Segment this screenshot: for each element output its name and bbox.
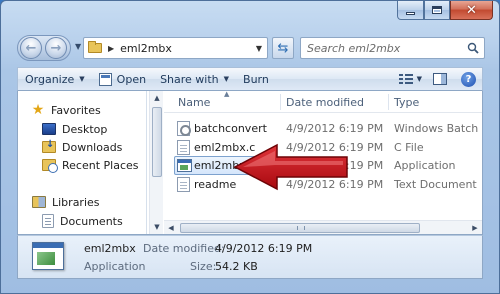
- desktop-icon: [42, 123, 56, 135]
- refresh-button[interactable]: ⇆: [272, 37, 294, 59]
- close-icon: ✕: [466, 2, 477, 18]
- back-button[interactable]: ←: [20, 37, 42, 59]
- application-icon: [177, 159, 192, 172]
- batch-file-icon: [177, 121, 191, 136]
- details-pane: eml2mbx Date modified: 4/9/2012 6:19 PM …: [17, 235, 483, 279]
- maximize-icon: [432, 6, 442, 14]
- details-size-value: 54.2 KB: [215, 260, 258, 273]
- libraries-icon: [32, 196, 46, 208]
- address-dropdown-icon[interactable]: ▼: [251, 44, 267, 53]
- file-list-scrollbar[interactable]: ◀ ▶: [164, 220, 482, 234]
- share-with-button[interactable]: Share with ▼: [153, 68, 236, 90]
- forward-button[interactable]: →: [45, 37, 67, 59]
- scroll-thumb[interactable]: [180, 223, 420, 233]
- command-bar: Organize ▼ Open Share with ▼ Burn ▼ ?: [17, 67, 483, 91]
- burn-label: Burn: [243, 72, 269, 86]
- minimize-icon: [406, 11, 415, 15]
- navigation-scrollbar[interactable]: ▲ ▼: [149, 91, 163, 234]
- maximize-button[interactable]: [424, 1, 450, 20]
- share-label: Share with: [160, 72, 219, 86]
- caption-buttons: ✕: [397, 1, 493, 21]
- file-name: batchconvert: [194, 122, 267, 135]
- sort-indicator-icon: ▲: [224, 91, 230, 98]
- sidebar-item-label: Downloads: [62, 140, 123, 154]
- file-type: Application: [394, 159, 456, 172]
- red-arrow-icon: [233, 143, 348, 191]
- star-icon: ★: [31, 102, 45, 118]
- sidebar-item-label: Libraries: [52, 195, 100, 209]
- details-view-icon: [398, 73, 413, 85]
- details-date-value: 4/9/2012 6:19 PM: [215, 242, 313, 255]
- preview-pane-icon[interactable]: [433, 73, 447, 85]
- file-type: Text Document: [394, 178, 477, 191]
- views-dropdown-icon[interactable]: ▼: [417, 75, 422, 83]
- text-file-icon: [177, 177, 190, 192]
- recent-pages-dropdown[interactable]: ▼: [75, 42, 81, 51]
- scroll-left-icon[interactable]: ◀: [164, 221, 178, 235]
- column-header-name[interactable]: Name: [178, 96, 210, 109]
- documents-icon: [42, 214, 54, 228]
- share-dropdown-icon: ▼: [223, 75, 230, 83]
- file-name: readme: [194, 178, 237, 191]
- open-button[interactable]: Open: [92, 68, 153, 90]
- details-type: Application: [84, 260, 146, 273]
- address-row: ← → ▼ ▶ eml2mbx ▼ ⇆ Search eml2mbx: [17, 35, 485, 61]
- organize-label: Organize: [25, 72, 75, 86]
- sidebar-item-downloads[interactable]: Downloads: [42, 138, 122, 156]
- refresh-icon: ⇆: [277, 40, 289, 56]
- recent-places-icon: [42, 159, 58, 173]
- downloads-icon: [42, 139, 56, 153]
- sidebar-item-label: Desktop: [62, 122, 108, 136]
- change-view-button[interactable]: ▼: [394, 73, 427, 85]
- scroll-down-icon[interactable]: ▼: [150, 220, 164, 234]
- file-type: C File: [394, 141, 424, 154]
- details-size-label: Size:: [190, 260, 217, 273]
- sidebar-item-label: Documents: [60, 214, 123, 228]
- file-type: Windows Batch File: [394, 122, 482, 135]
- sidebar-item-recent-places[interactable]: Recent Places: [42, 156, 139, 174]
- forward-arrow-icon: →: [50, 40, 62, 56]
- search-placeholder: Search eml2mbx: [307, 41, 401, 55]
- folder-icon: [88, 41, 102, 53]
- explorer-window: ✕ ← → ▼ ▶ eml2mbx ▼ ⇆ Search eml2mbx Org…: [0, 0, 500, 294]
- details-name: eml2mbx: [84, 242, 136, 255]
- sidebar-item-documents[interactable]: Documents: [42, 212, 123, 230]
- scroll-thumb[interactable]: [152, 107, 162, 177]
- close-button[interactable]: ✕: [450, 1, 493, 20]
- breadcrumb-segment[interactable]: eml2mbx: [120, 42, 251, 55]
- organize-button[interactable]: Organize ▼: [18, 68, 92, 90]
- navigation-pane: ★ Favorites Desktop Downloads Recent Pla…: [18, 91, 147, 234]
- search-icon[interactable]: [462, 42, 484, 54]
- scroll-up-icon[interactable]: ▲: [150, 91, 164, 105]
- sidebar-item-label: Favorites: [51, 103, 101, 117]
- help-icon[interactable]: ?: [461, 71, 476, 87]
- address-bar[interactable]: ▶ eml2mbx ▼: [83, 37, 268, 59]
- sidebar-item-label: Recent Places: [62, 158, 139, 172]
- sidebar-item-libraries[interactable]: Libraries: [32, 193, 100, 211]
- search-input[interactable]: Search eml2mbx: [300, 37, 485, 59]
- column-header-date[interactable]: Date modified: [286, 96, 364, 109]
- column-headers: ▲ Name Date modified Type: [164, 91, 482, 113]
- open-label: Open: [116, 72, 147, 86]
- open-icon: [98, 72, 112, 86]
- column-header-type[interactable]: Type: [394, 96, 419, 109]
- sidebar-item-desktop[interactable]: Desktop: [42, 120, 107, 138]
- application-large-icon: [32, 242, 64, 270]
- organize-dropdown-icon: ▼: [79, 75, 85, 83]
- breadcrumb-chevron-icon[interactable]: ▶: [108, 44, 114, 53]
- sidebar-item-favorites[interactable]: ★ Favorites: [30, 101, 101, 119]
- burn-button[interactable]: Burn: [236, 68, 276, 90]
- minimize-button[interactable]: [397, 1, 424, 20]
- c-file-icon: [177, 140, 190, 155]
- navigation-buttons: ← →: [17, 35, 71, 61]
- scroll-right-icon[interactable]: ▶: [468, 221, 482, 235]
- file-row[interactable]: batchconvert 4/9/2012 6:19 PM Windows Ba…: [164, 119, 482, 138]
- file-date: 4/9/2012 6:19 PM: [286, 122, 384, 135]
- details-date-label: Date modified:: [143, 242, 225, 255]
- back-arrow-icon: ←: [25, 40, 37, 56]
